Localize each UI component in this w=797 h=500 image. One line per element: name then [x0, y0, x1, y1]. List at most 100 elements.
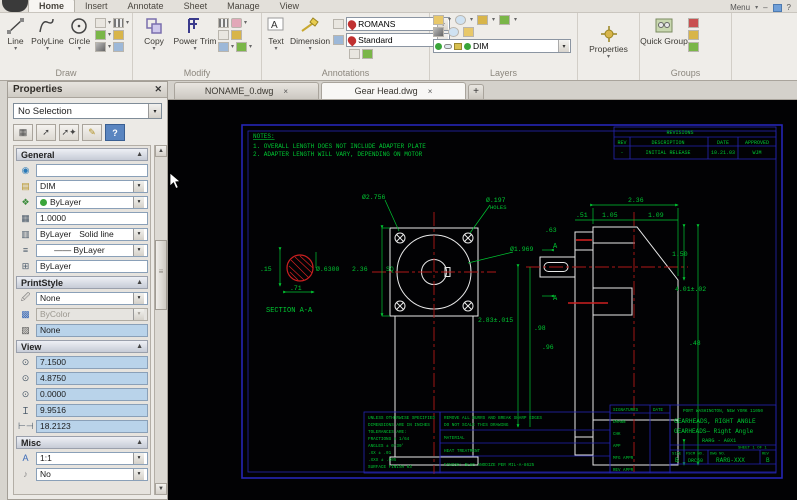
scroll-up-icon[interactable]: ▲ [155, 145, 167, 157]
arc-icon[interactable] [94, 18, 106, 28]
text-dropdown-icon[interactable]: ▾ [274, 46, 277, 52]
menu-button[interactable]: Menu [730, 3, 750, 12]
mirror-icon[interactable] [218, 30, 229, 40]
rollback-button[interactable]: ✎ [82, 124, 102, 141]
linecolor-field[interactable]: ByLayer ▾ [36, 195, 148, 209]
select-all-button[interactable]: ➚✦ [59, 124, 79, 141]
tab-view[interactable]: View [270, 0, 309, 12]
dimension-button[interactable]: Dimension ▾ [290, 15, 330, 68]
new-tab-button[interactable]: + [468, 84, 484, 99]
scroll-down-icon[interactable]: ▼ [155, 483, 167, 495]
lineweight-field[interactable]: —— ByLayer ▾ [36, 243, 148, 257]
gradient-icon[interactable] [94, 42, 106, 52]
copy-button[interactable]: Copy ▾ [136, 15, 172, 68]
layers-panel-label[interactable]: Layers [430, 68, 578, 80]
move-icon[interactable] [218, 42, 229, 52]
printstyle-field[interactable]: None ▾ [36, 291, 148, 305]
annotative-field[interactable]: No ▾ [36, 467, 148, 481]
copy-dropdown-icon[interactable]: ▾ [152, 46, 155, 52]
palette-help-button[interactable]: ? [105, 124, 125, 141]
draw-panel-label[interactable]: Draw [0, 68, 133, 80]
annotations-panel-label[interactable]: Annotations [262, 68, 430, 80]
center-y-field[interactable]: 4.8750 [36, 371, 148, 385]
layer-preview-icon[interactable] [455, 15, 467, 25]
drawing-canvas[interactable]: NOTES: 1. OVERALL LENGTH DOES NOT INCLUD… [168, 100, 797, 500]
annotation-scale-field[interactable]: 1:1 ▾ [36, 451, 148, 465]
edit-group-icon[interactable] [688, 30, 699, 40]
palette-scrollbar[interactable]: ▲ ▼ [154, 145, 167, 495]
linestyle-field[interactable]: ByLayer Solid line ▾ [36, 227, 148, 241]
selection-dropdown-icon[interactable]: ▾ [148, 104, 161, 118]
doc-tab-noname[interactable]: NONAME_0.dwg × [174, 82, 319, 99]
power-trim-dropdown-icon[interactable]: ▾ [193, 46, 196, 52]
layer-states-icon[interactable] [433, 27, 444, 37]
rotate-icon[interactable] [236, 42, 248, 52]
properties-dropdown-icon[interactable]: ▾ [607, 54, 610, 60]
close-tab-icon[interactable]: × [428, 87, 433, 96]
layer-manager-icon[interactable] [433, 15, 444, 25]
ungroup-icon[interactable] [688, 18, 699, 28]
properties-button[interactable]: Properties ▾ [581, 23, 636, 60]
help-icon[interactable]: ? [787, 3, 791, 12]
palette-close-icon[interactable]: ✕ [154, 84, 162, 95]
style-leader-icon[interactable] [333, 35, 345, 45]
dimension-dropdown-icon[interactable]: ▾ [309, 46, 312, 52]
view-width-field[interactable]: 18.2123 [36, 419, 148, 433]
select-entities-button[interactable]: ➚ [36, 124, 56, 141]
layer-dropdown-icon[interactable]: ▾ [558, 40, 569, 52]
layer-color-icon[interactable] [464, 42, 471, 50]
hatch-icon[interactable] [112, 30, 124, 40]
line-dropdown-icon[interactable]: ▾ [14, 46, 17, 52]
layer-field[interactable]: DIM ▾ [36, 179, 148, 193]
section-misc[interactable]: Misc ▲ [16, 436, 148, 449]
quick-group-button[interactable]: Quick Group [640, 15, 688, 68]
center-z-field[interactable]: 0.0000 [36, 387, 148, 401]
sketch-icon[interactable] [94, 30, 106, 40]
collapse-icon[interactable]: ▲ [136, 151, 143, 158]
transparency-field[interactable]: ByLayer [36, 259, 148, 273]
doc-tab-gear-head[interactable]: Gear Head.dwg × [321, 82, 466, 99]
layer-lock-icon[interactable] [454, 42, 462, 50]
scrollbar-thumb[interactable] [155, 240, 167, 310]
modify-panel-label[interactable]: Modify [133, 68, 262, 80]
quick-select-button[interactable]: ▦ [13, 124, 33, 141]
selection-combo[interactable]: No Selection ▾ [13, 103, 162, 119]
collapse-icon[interactable]: ▲ [136, 279, 143, 286]
layer-query-icon[interactable] [448, 27, 459, 37]
line-button[interactable]: Line ▾ [3, 15, 28, 68]
layer-check-icon[interactable] [499, 15, 511, 25]
close-tab-icon[interactable]: × [283, 87, 288, 96]
center-x-field[interactable]: 7.1500 [36, 355, 148, 369]
menu-dropdown-icon[interactable]: ▾ [755, 5, 758, 11]
polyline-button[interactable]: PolyLine ▾ [31, 15, 64, 68]
minimize-icon[interactable]: – [763, 3, 767, 12]
section-view[interactable]: View ▲ [16, 340, 148, 353]
app-logo[interactable] [2, 0, 28, 12]
update-icon[interactable] [362, 49, 374, 59]
array-icon[interactable] [218, 18, 229, 28]
style-pen-icon[interactable] [333, 19, 345, 29]
text-button[interactable]: A Text ▾ [265, 15, 287, 68]
erase-icon[interactable] [231, 18, 242, 28]
layer-tools-icon[interactable] [477, 15, 489, 25]
tab-home[interactable]: Home [28, 0, 76, 12]
power-trim-button[interactable]: Power Trim ▾ [174, 15, 217, 68]
polyline-dropdown-icon[interactable]: ▾ [46, 46, 49, 52]
tab-sheet[interactable]: Sheet [174, 0, 218, 12]
tab-insert[interactable]: Insert [75, 0, 118, 12]
pattern-icon[interactable] [112, 18, 124, 28]
printtable-field[interactable]: None [36, 323, 148, 337]
ellipse-icon[interactable] [112, 42, 124, 52]
scissors-icon[interactable] [349, 49, 361, 59]
palette-header[interactable]: Properties ✕ [8, 82, 167, 98]
circle-dropdown-icon[interactable]: ▾ [78, 46, 81, 52]
section-printstyle[interactable]: PrintStyle ▲ [16, 276, 148, 289]
linescale-field[interactable]: 1.0000 [36, 211, 148, 225]
view-height-field[interactable]: 9.9516 [36, 403, 148, 417]
add-group-icon[interactable] [688, 42, 699, 52]
name-field[interactable] [36, 163, 148, 177]
section-general[interactable]: General ▲ [16, 148, 148, 161]
layer-restore-icon[interactable] [463, 27, 474, 37]
groups-panel-label[interactable]: Groups [640, 68, 732, 80]
collapse-icon[interactable]: ▲ [136, 439, 143, 446]
